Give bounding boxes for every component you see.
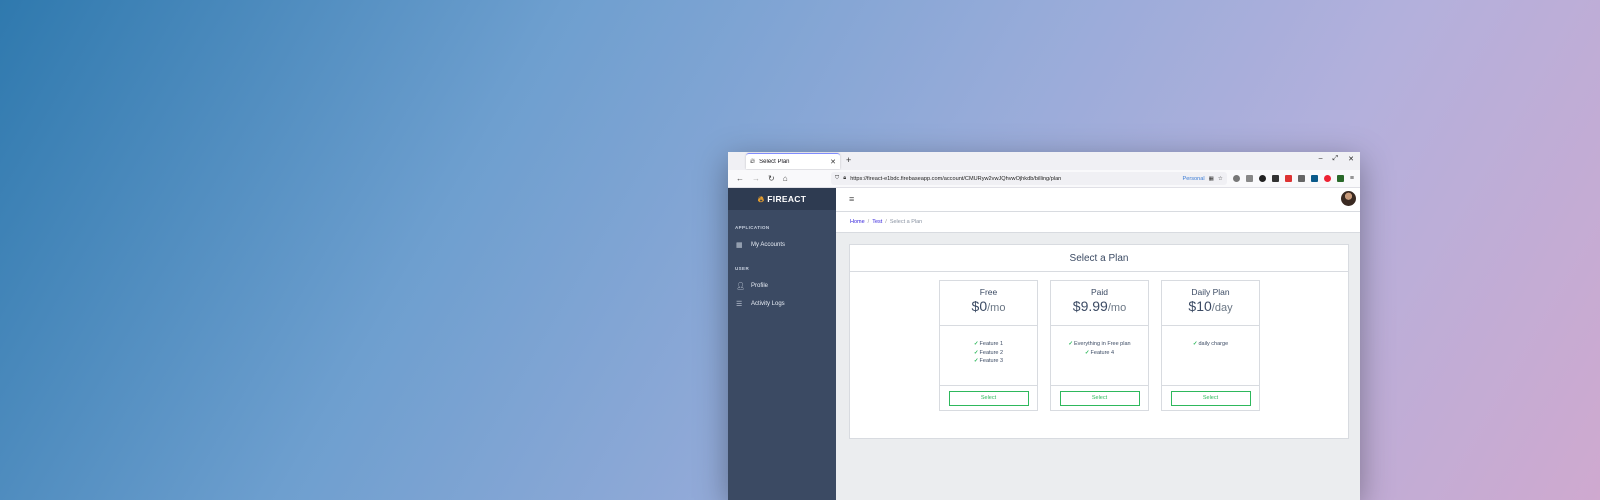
select-free-button[interactable]: Select: [948, 390, 1029, 406]
grid-icon: ▦: [736, 242, 743, 249]
reader-icon[interactable]: [1245, 175, 1253, 182]
flame-icon: 🔥︎: [750, 157, 756, 165]
select-paid-button[interactable]: Select: [1059, 390, 1140, 406]
plan-features: ✓daily charge: [1162, 326, 1259, 386]
plan-card: Select a Plan Free $0/mo ✓Feature 1 ✓Fea…: [849, 244, 1349, 439]
close-window-button[interactable]: ✕: [1348, 155, 1354, 163]
plan-features: ✓Everything in Free plan ✓Feature 4: [1051, 326, 1148, 386]
plan-free: Free $0/mo ✓Feature 1 ✓Feature 2 ✓Featur…: [939, 280, 1038, 411]
main-content: ≡ Home / Test / Select a Plan Select a P…: [836, 188, 1360, 500]
app-container: 🔥︎ FIREACT APPLICATION ▦ My Accounts USE…: [728, 188, 1360, 500]
plan-price: $0/mo: [971, 298, 1006, 314]
plan-name: Free: [979, 287, 998, 297]
pocket-icon[interactable]: [1232, 175, 1240, 182]
url-text[interactable]: https://fireact-e1bdc.firebaseapp.com/ac…: [850, 176, 1178, 182]
breadcrumb: Home / Test / Select a Plan: [836, 212, 1360, 233]
sidebar-item-label: Activity Logs: [751, 301, 785, 307]
reload-icon[interactable]: ↻: [768, 174, 775, 183]
browser-toolbar: ← → ↻ ⌂ ⛉ 🔒︎ https://fireact-e1bdc.fireb…: [728, 170, 1360, 188]
new-tab-button[interactable]: +: [846, 155, 851, 165]
plans-list: Free $0/mo ✓Feature 1 ✓Feature 2 ✓Featur…: [939, 280, 1260, 411]
forward-icon[interactable]: →: [752, 174, 760, 183]
sidebar-item-label: Profile: [751, 283, 769, 289]
brand-name: FIREACT: [767, 194, 807, 204]
breadcrumb-separator: /: [885, 219, 887, 225]
sidebar-item-my-accounts[interactable]: ▦ My Accounts: [728, 236, 836, 254]
url-bar[interactable]: ⛉ 🔒︎ https://fireact-e1bdc.firebaseapp.c…: [831, 172, 1227, 185]
maximize-button[interactable]: ⤢: [1333, 155, 1339, 163]
page-title: Select a Plan: [850, 245, 1348, 272]
list-icon: ☰: [736, 301, 743, 308]
select-daily-button[interactable]: Select: [1170, 390, 1251, 406]
extension-grid-icon[interactable]: ▦: [1209, 176, 1214, 182]
home-icon[interactable]: ⌂: [783, 174, 788, 183]
tab-select-plan[interactable]: 🔥︎ Select Plan ✕: [746, 153, 840, 169]
close-icon[interactable]: ✕: [830, 158, 836, 166]
brand-logo[interactable]: 🔥︎ FIREACT: [728, 188, 836, 210]
key-icon[interactable]: [1336, 175, 1344, 182]
app-header: ≡: [836, 188, 1360, 212]
minimize-button[interactable]: –: [1319, 155, 1323, 163]
breadcrumb-test[interactable]: Test: [872, 219, 882, 225]
plan-name: Paid: [1090, 287, 1108, 297]
breadcrumb-current: Select a Plan: [889, 219, 923, 225]
sidebar-section-title: APPLICATION: [735, 225, 770, 230]
ublock-icon[interactable]: [1323, 175, 1331, 182]
tab-strip: 🔥︎ Select Plan ✕ + – ⤢ ✕: [728, 152, 1360, 170]
plan-features: ✓Feature 1 ✓Feature 2 ✓Feature 3: [940, 326, 1037, 386]
bookmark-star-icon[interactable]: ☆: [1218, 176, 1223, 182]
container-label[interactable]: Personal: [1183, 176, 1205, 182]
shield-icon[interactable]: ⛉: [835, 175, 839, 182]
plan-name: Daily Plan: [1191, 287, 1230, 297]
plan-paid: Paid $9.99/mo ✓Everything in Free plan ✓…: [1050, 280, 1149, 411]
window-controls: – ⤢ ✕: [1319, 155, 1354, 163]
menu-icon[interactable]: ≡: [1350, 175, 1354, 182]
pdf-icon[interactable]: [1284, 175, 1292, 182]
hamburger-menu-icon[interactable]: ≡: [849, 194, 854, 204]
extension-blue-icon[interactable]: [1310, 175, 1318, 182]
tab-title: Select Plan: [759, 158, 790, 165]
lock-icon[interactable]: 🔒︎: [843, 175, 846, 182]
sidebar: 🔥︎ FIREACT APPLICATION ▦ My Accounts USE…: [728, 188, 836, 500]
plan-price: $9.99/mo: [1072, 298, 1127, 314]
breadcrumb-home[interactable]: Home: [850, 219, 865, 225]
sidebar-item-activity-logs[interactable]: ☰ Activity Logs: [728, 295, 836, 313]
extension-icon[interactable]: [1258, 175, 1266, 182]
browser-window: 🔥︎ Select Plan ✕ + – ⤢ ✕ ← → ↻ ⌂ ⛉ 🔒︎ ht…: [728, 152, 1360, 500]
code-icon[interactable]: [1297, 175, 1305, 182]
check-icon: ✓: [1084, 349, 1090, 356]
plan-price: $10/day: [1188, 298, 1233, 314]
check-icon: ✓: [1192, 341, 1198, 347]
sidebar-item-profile[interactable]: 👤︎ Profile: [728, 277, 836, 295]
check-icon: ✓: [973, 341, 979, 347]
flame-icon: 🔥︎: [757, 193, 765, 204]
avatar[interactable]: [1341, 191, 1356, 206]
puzzle-icon[interactable]: [1271, 175, 1279, 182]
user-icon: 👤︎: [736, 283, 745, 290]
breadcrumb-separator: /: [867, 219, 870, 225]
sidebar-section-title: USER: [735, 266, 750, 271]
plan-daily: Daily Plan $10/day ✓daily charge Select: [1161, 280, 1260, 411]
check-icon: ✓: [973, 349, 979, 356]
sidebar-item-label: My Accounts: [751, 242, 786, 248]
extensions-bar: ≡: [1232, 175, 1360, 182]
check-icon: ✓: [973, 358, 979, 364]
back-icon[interactable]: ←: [736, 174, 744, 183]
check-icon: ✓: [1068, 341, 1074, 347]
